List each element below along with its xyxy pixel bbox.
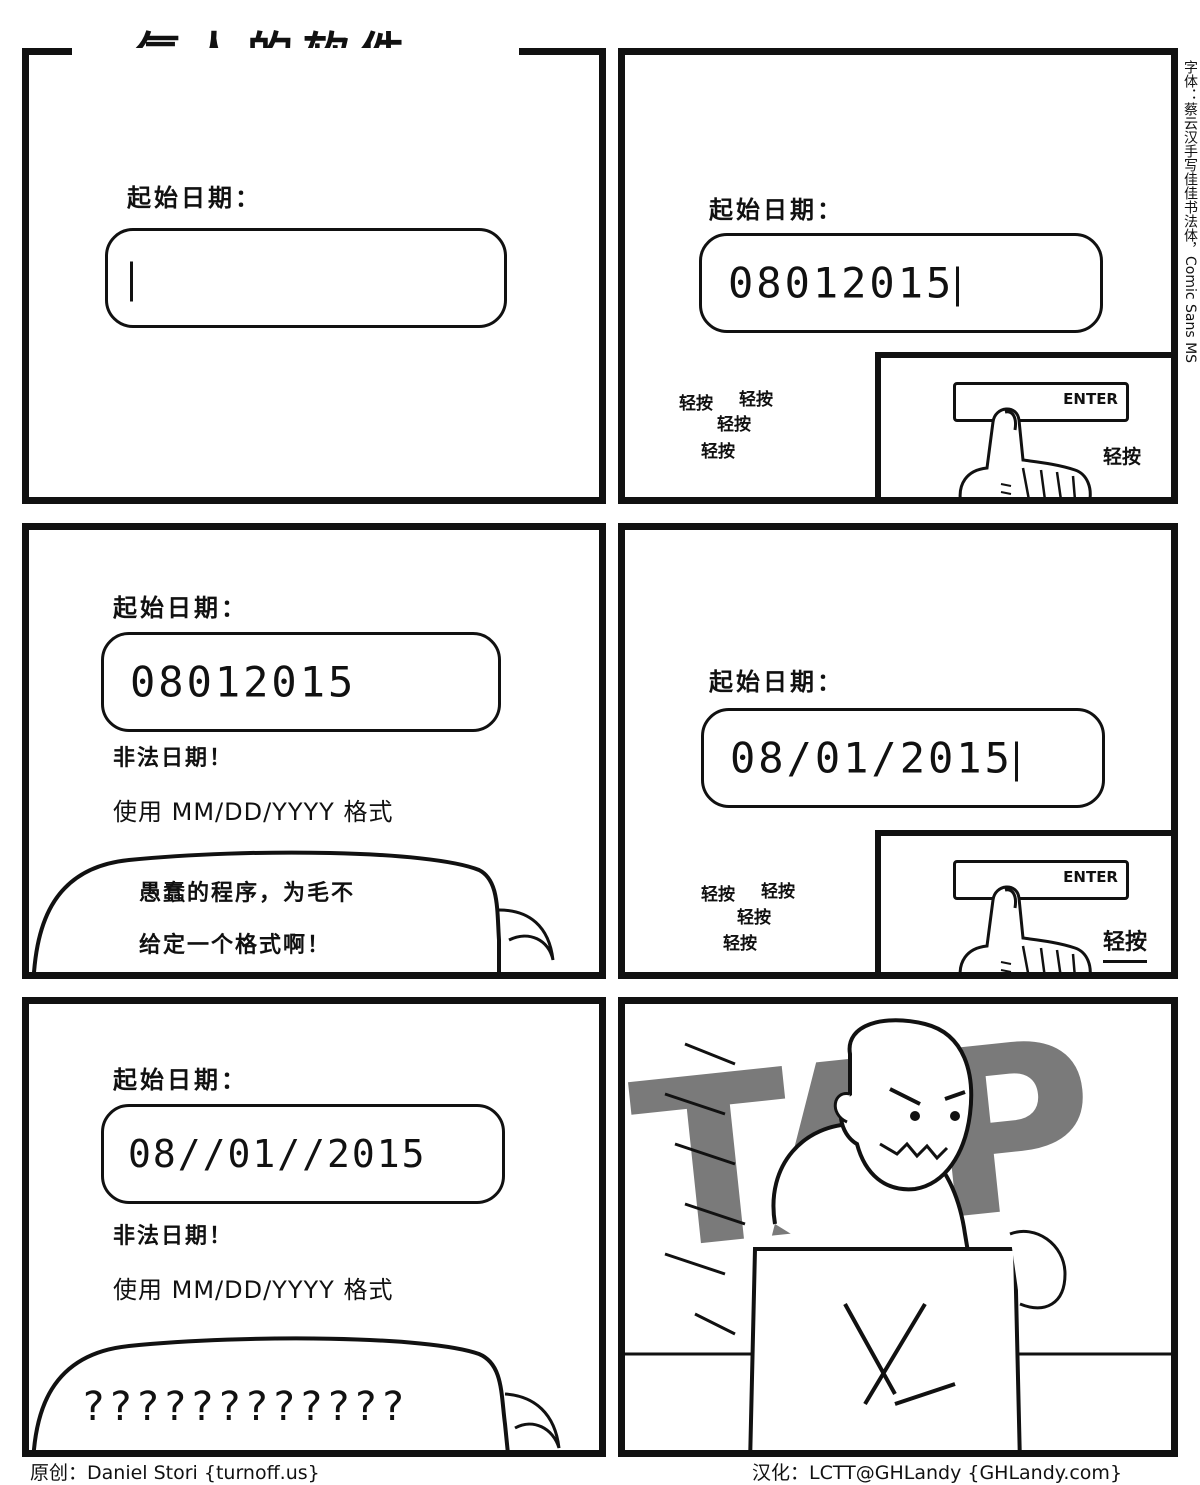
- speech-text: ????????????: [83, 1384, 410, 1430]
- panel-2: 起始日期： 08012015 轻按 轻按 轻按 轻按 ENTER 轻按: [618, 48, 1178, 504]
- original-credit: 原创：Daniel Stori {turnoff.us}: [30, 1462, 320, 1484]
- input-text: 08/01/2015: [730, 733, 1013, 783]
- tap-sound-text: 轻按: [739, 390, 773, 410]
- start-date-label: 起始日期：: [113, 1066, 248, 1094]
- start-date-input-value: 08012015: [130, 657, 357, 707]
- format-hint: 使用 MM/DD/YYYY 格式: [113, 798, 394, 826]
- tap-sound-text: 轻按: [737, 908, 771, 928]
- start-date-input[interactable]: 08012015: [699, 233, 1103, 333]
- format-hint: 使用 MM/DD/YYYY 格式: [113, 1276, 394, 1304]
- panel-1: 起始日期：: [22, 48, 606, 504]
- enter-key-inset: ENTER 轻按: [875, 352, 1171, 497]
- text-caret: [956, 266, 960, 306]
- speech-text: 愚蠢的程序，为毛不: [139, 881, 356, 906]
- start-date-label: 起始日期：: [709, 196, 844, 224]
- font-credit-note: 字体：蔡云汉手写佳佳书法体，Comic Sans MS: [1182, 60, 1198, 364]
- start-date-input[interactable]: 08//01//2015: [101, 1104, 505, 1204]
- tap-sound-text: 轻按: [723, 934, 757, 954]
- start-date-input[interactable]: 08/01/2015: [701, 708, 1105, 808]
- start-date-input[interactable]: [105, 228, 507, 328]
- tap-sound-text: 轻按: [761, 882, 795, 902]
- start-date-input-value: 08012015: [728, 258, 960, 308]
- start-date-input-value: 08/01/2015: [730, 734, 1018, 783]
- error-message: 非法日期！: [113, 746, 234, 771]
- tap-sound-text: 轻按: [717, 415, 751, 435]
- panel-4: 起始日期： 08/01/2015 轻按 轻按 轻按 轻按 ENTER 轻按: [618, 523, 1178, 979]
- start-date-label: 起始日期：: [113, 594, 248, 622]
- panel-3: 起始日期： 08012015 非法日期！ 使用 MM/DD/YYYY 格式 愚蠢…: [22, 523, 606, 979]
- panel-border-segment: [29, 48, 72, 55]
- text-caret: [130, 261, 133, 301]
- angry-man-illustration: [625, 1018, 1171, 1450]
- start-date-label: 起始日期：: [709, 668, 844, 696]
- start-date-input[interactable]: 08012015: [101, 632, 501, 732]
- finger-hand-icon: [958, 885, 1092, 972]
- tap-sound-text: 轻按: [1103, 924, 1148, 963]
- tap-sound-text: 轻按: [1103, 446, 1142, 468]
- input-text: 08012015: [728, 258, 955, 308]
- tap-sound-text: 轻按: [679, 394, 713, 414]
- error-message: 非法日期！: [113, 1224, 234, 1249]
- finger-hand-icon: [958, 407, 1092, 497]
- start-date-input-value: 08//01//2015: [128, 1132, 427, 1176]
- panel-border-segment: [519, 48, 599, 55]
- enter-key-inset: ENTER 轻按: [875, 830, 1171, 972]
- speech-text: 给定一个格式啊！: [139, 933, 332, 958]
- text-caret: [1014, 741, 1018, 781]
- translation-credit: 汉化：LCTT@GHLandy {GHLandy.com}: [752, 1462, 1123, 1484]
- start-date-label: 起始日期：: [127, 184, 262, 212]
- tap-sound-text: 轻按: [701, 885, 735, 905]
- start-date-input-value: [128, 254, 133, 303]
- panel-6: TAP: [618, 997, 1178, 1457]
- panel-5: 起始日期： 08//01//2015 非法日期！ 使用 MM/DD/YYYY 格…: [22, 997, 606, 1457]
- tap-sound-text: 轻按: [701, 442, 735, 462]
